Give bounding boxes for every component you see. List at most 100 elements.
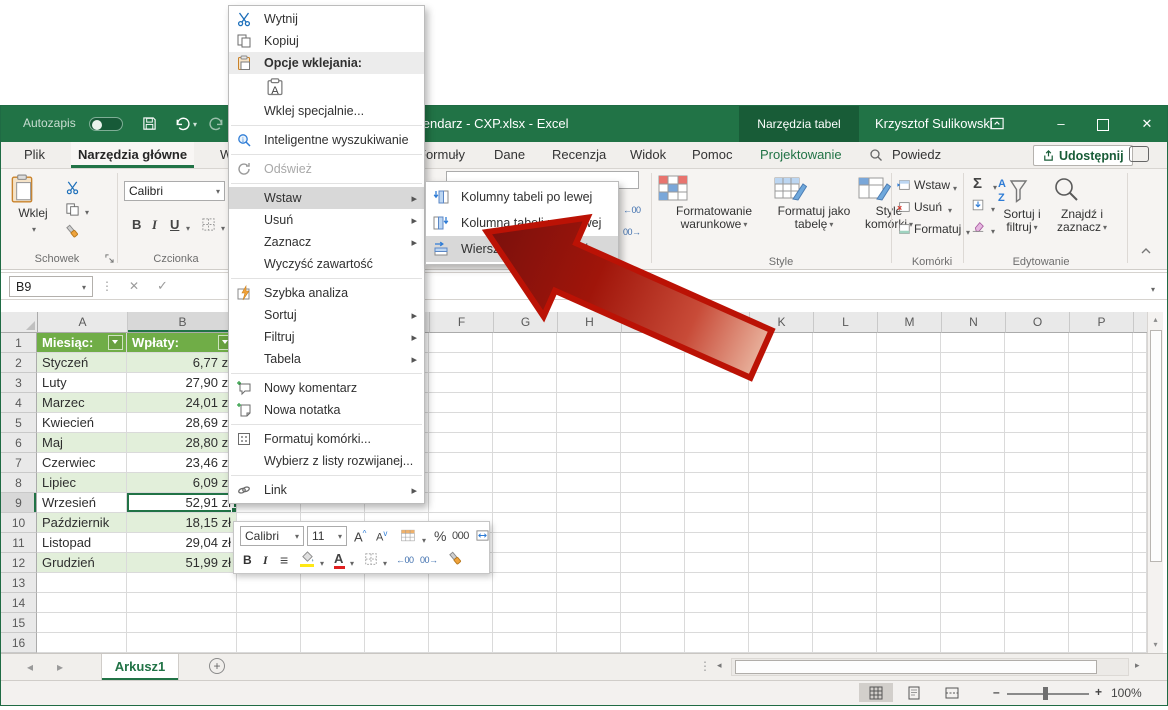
cell-C15[interactable] xyxy=(237,613,301,633)
cell-G10[interactable] xyxy=(493,513,557,533)
cell-A9[interactable]: Wrzesień xyxy=(37,493,127,513)
maximize-button[interactable] xyxy=(1083,106,1123,142)
cell-P2[interactable] xyxy=(1069,353,1133,373)
borders-icon[interactable] xyxy=(201,217,216,232)
cell-G13[interactable] xyxy=(493,573,557,593)
cell-P9[interactable] xyxy=(1069,493,1133,513)
comma-style-button[interactable]: 000 xyxy=(452,530,469,542)
menu-item-wytnij[interactable]: Wytnij xyxy=(229,8,424,30)
cell-N9[interactable] xyxy=(941,493,1005,513)
cell-I14[interactable] xyxy=(621,593,685,613)
cell-N2[interactable] xyxy=(941,353,1005,373)
cell-H13[interactable] xyxy=(557,573,621,593)
cell-B16[interactable] xyxy=(127,633,237,653)
menu-item-filtruj[interactable]: Filtruj xyxy=(229,326,424,348)
cell-P3[interactable] xyxy=(1069,373,1133,393)
cell-B7[interactable]: 23,46 zł xyxy=(127,453,237,473)
undo-icon[interactable] xyxy=(174,116,190,131)
cell-F13[interactable] xyxy=(429,573,493,593)
cell-O11[interactable] xyxy=(1005,533,1069,553)
cell-F2[interactable] xyxy=(429,353,493,373)
cell-M16[interactable] xyxy=(877,633,941,653)
ribbon-tab-pomoc[interactable]: Pomoc xyxy=(685,142,739,168)
cell-G2[interactable] xyxy=(493,353,557,373)
cell-H9[interactable] xyxy=(557,493,621,513)
column-header-O[interactable]: O xyxy=(1006,312,1070,333)
cell-B10[interactable]: 18,15 zł xyxy=(127,513,237,533)
cell-E15[interactable] xyxy=(365,613,429,633)
cell-K13[interactable] xyxy=(749,573,813,593)
row-header-1[interactable]: 1 xyxy=(1,333,37,353)
cell-G9[interactable] xyxy=(493,493,557,513)
cell-M12[interactable] xyxy=(877,553,941,573)
cell-A12[interactable]: Grudzień xyxy=(37,553,127,573)
cell-H1[interactable] xyxy=(557,333,621,353)
cell-K15[interactable] xyxy=(749,613,813,633)
cell-K3[interactable] xyxy=(749,373,813,393)
mini-bold-button[interactable]: B xyxy=(243,553,252,567)
menu-item-tabela[interactable]: Tabela xyxy=(229,348,424,370)
cell-F16[interactable] xyxy=(429,633,493,653)
cell-N8[interactable] xyxy=(941,473,1005,493)
page-break-view-button[interactable] xyxy=(935,683,969,702)
cell-K1[interactable] xyxy=(749,333,813,353)
mini-borders-icon[interactable] xyxy=(364,552,378,566)
cell-J4[interactable] xyxy=(685,393,749,413)
cell-M1[interactable] xyxy=(877,333,941,353)
cell-A5[interactable]: Kwiecień xyxy=(37,413,127,433)
clipboard-dialog-launcher-icon[interactable] xyxy=(105,254,115,264)
cell-G3[interactable] xyxy=(493,373,557,393)
cell-O4[interactable] xyxy=(1005,393,1069,413)
cell-P4[interactable] xyxy=(1069,393,1133,413)
format-as-table-button[interactable]: Formatuj jako tabelę xyxy=(773,174,855,232)
cell-J12[interactable] xyxy=(685,553,749,573)
cell-D13[interactable] xyxy=(301,573,365,593)
cell-I2[interactable] xyxy=(621,353,685,373)
paste-button[interactable]: Wklej xyxy=(9,174,57,238)
menu-item-odśwież[interactable]: Odśwież xyxy=(229,158,424,180)
row-header-5[interactable]: 5 xyxy=(1,413,37,433)
cell-J6[interactable] xyxy=(685,433,749,453)
cell-F9[interactable] xyxy=(429,493,493,513)
decrease-font-icon[interactable]: Av xyxy=(376,529,387,544)
cell-O5[interactable] xyxy=(1005,413,1069,433)
menu-item-szybka-analiza[interactable]: Szybka analiza xyxy=(229,282,424,304)
cell-L8[interactable] xyxy=(813,473,877,493)
horizontal-scroll-thumb[interactable] xyxy=(735,660,1097,674)
fill-color-icon[interactable] xyxy=(300,551,315,564)
cell-L10[interactable] xyxy=(813,513,877,533)
cell-D14[interactable] xyxy=(301,593,365,613)
redo-icon[interactable] xyxy=(209,116,225,131)
cell-P11[interactable] xyxy=(1069,533,1133,553)
formula-bar-grip-icon[interactable]: ⋮ xyxy=(101,279,113,293)
cell-K9[interactable] xyxy=(749,493,813,513)
row-header-12[interactable]: 12 xyxy=(1,553,37,573)
cell-E16[interactable] xyxy=(365,633,429,653)
cell-M5[interactable] xyxy=(877,413,941,433)
cell-K12[interactable] xyxy=(749,553,813,573)
cell-B1[interactable]: Wpłaty: xyxy=(127,333,237,353)
mini-font-name-combo[interactable]: Calibri xyxy=(240,526,304,546)
mini-format-table-icon[interactable] xyxy=(400,528,418,543)
clear-icon[interactable] xyxy=(971,220,985,234)
insert-cells-label[interactable]: Wstaw xyxy=(914,178,950,192)
cell-B9[interactable]: 52,91 zł xyxy=(127,493,237,513)
cell-M13[interactable] xyxy=(877,573,941,593)
mini-decrease-decimal-icon[interactable]: 00→ xyxy=(420,555,438,565)
cell-G8[interactable] xyxy=(493,473,557,493)
cell-K5[interactable] xyxy=(749,413,813,433)
cell-F15[interactable] xyxy=(429,613,493,633)
cell-G11[interactable] xyxy=(493,533,557,553)
cell-J8[interactable] xyxy=(685,473,749,493)
cell-M4[interactable] xyxy=(877,393,941,413)
cell-H7[interactable] xyxy=(557,453,621,473)
cell-O8[interactable] xyxy=(1005,473,1069,493)
zoom-in-icon[interactable]: + xyxy=(1095,685,1102,699)
borders-caret-icon[interactable] xyxy=(219,219,225,237)
cell-H6[interactable] xyxy=(557,433,621,453)
cell-K2[interactable] xyxy=(749,353,813,373)
autosave-toggle[interactable] xyxy=(89,117,123,131)
cell-P13[interactable] xyxy=(1069,573,1133,593)
share-button[interactable]: Udostępnij xyxy=(1033,145,1133,166)
row-header-2[interactable]: 2 xyxy=(1,353,37,373)
